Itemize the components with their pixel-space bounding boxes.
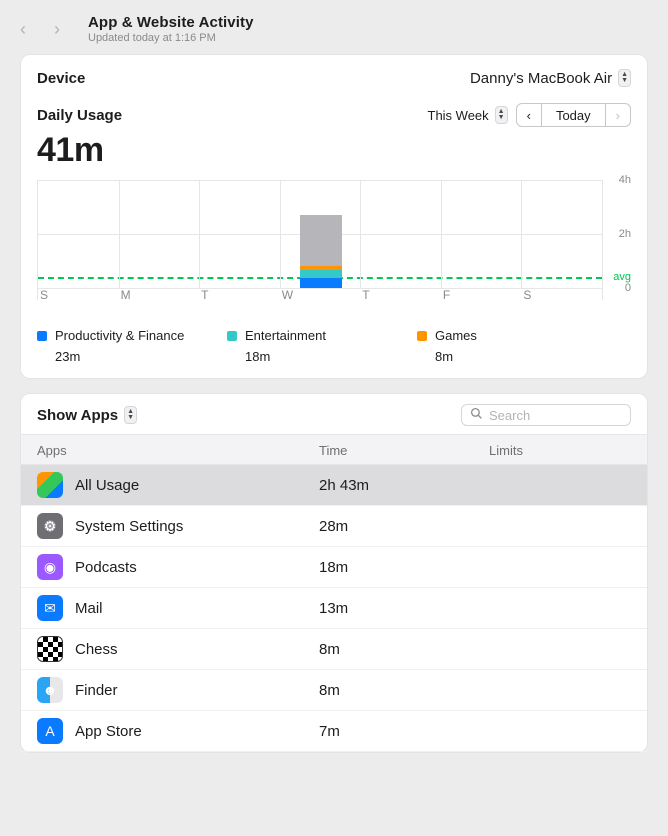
range-select[interactable]: This Week ▲▼ [428, 106, 508, 124]
search-field[interactable] [461, 404, 631, 426]
legend-swatch [227, 331, 237, 341]
chart-plot: SMTWTFS [37, 180, 603, 300]
app-row[interactable]: ✉︎ Mail 13m [21, 588, 647, 629]
period-prev-button[interactable]: ‹ [516, 103, 542, 127]
app-name: Finder [75, 682, 118, 699]
page-title: App & Website Activity [88, 14, 254, 31]
chart-x-label: S [523, 288, 531, 302]
chart-x-label: S [40, 288, 48, 302]
chart-x-label: W [282, 288, 293, 302]
app-name: Podcasts [75, 559, 137, 576]
app-row[interactable]: Chess 8m [21, 629, 647, 670]
search-input[interactable] [489, 408, 622, 423]
legend-item: Games 8m [417, 328, 557, 364]
usage-chart: SMTWTFS 4h2h0avg [37, 180, 631, 300]
legend-label: Productivity & Finance [55, 328, 184, 343]
app-name: App Store [75, 723, 142, 740]
back-button[interactable]: ‹ [20, 20, 26, 38]
app-name: System Settings [75, 518, 183, 535]
range-value: This Week [428, 108, 489, 123]
legend-label: Games [435, 328, 477, 343]
app-row[interactable]: ⚙︎ System Settings 28m [21, 506, 647, 547]
chart-x-label: T [201, 288, 208, 302]
system-settings-icon: ⚙︎ [37, 513, 63, 539]
app-name: All Usage [75, 477, 139, 494]
app-row[interactable]: All Usage 2h 43m [21, 465, 647, 506]
app-name: Mail [75, 600, 103, 617]
legend-value: 23m [37, 349, 227, 364]
chart-y-axis: 4h2h0avg [603, 180, 631, 300]
legend-swatch [37, 331, 47, 341]
legend-value: 18m [227, 349, 417, 364]
titlebar: ‹ › App & Website Activity Updated today… [0, 0, 668, 54]
legend-item: Productivity & Finance 23m [37, 328, 227, 364]
app-time: 2h 43m [319, 477, 489, 494]
device-row: Device Danny's MacBook Air ▲▼ [37, 69, 631, 87]
legend-swatch [417, 331, 427, 341]
app-store-icon: A [37, 718, 63, 744]
column-apps-header[interactable]: Apps [37, 443, 319, 458]
usage-controls: Daily Usage This Week ▲▼ ‹ Today › [37, 103, 631, 127]
apps-table-headers: Apps Time Limits [21, 434, 647, 465]
usage-card: Device Danny's MacBook Air ▲▼ Daily Usag… [20, 54, 648, 379]
legend-item: Entertainment 18m [227, 328, 417, 364]
apps-card-header: Show Apps ▲▼ [21, 404, 647, 434]
finder-icon: ☻ [37, 677, 63, 703]
search-icon [470, 407, 483, 423]
chart-x-label: M [121, 288, 131, 302]
chart-avg-label: avg [613, 271, 631, 283]
podcasts-icon: ◉ [37, 554, 63, 580]
nav-arrows: ‹ › [20, 20, 60, 38]
settings-window: ‹ › App & Website Activity Updated today… [0, 0, 668, 836]
device-select[interactable]: Danny's MacBook Air ▲▼ [470, 69, 631, 87]
daily-usage-label: Daily Usage [37, 107, 122, 124]
period-stepper: ‹ Today › [516, 103, 631, 127]
chart-y-tick: 0 [625, 282, 631, 294]
apps-table-body: All Usage 2h 43m ⚙︎ System Settings 28m ◉ Podc… [21, 465, 647, 752]
page-subtitle: Updated today at 1:16 PM [88, 32, 254, 44]
chart-legend: Productivity & Finance 23m Entertainment 18… [37, 328, 631, 364]
chart-x-label: F [443, 288, 450, 302]
device-value: Danny's MacBook Air [470, 70, 612, 87]
app-row[interactable]: A App Store 7m [21, 711, 647, 752]
updown-icon: ▲▼ [124, 406, 137, 424]
apps-card: Show Apps ▲▼ Apps Time Limits All Usage 2… [20, 393, 648, 753]
app-name: Chess [75, 641, 118, 658]
column-time-header[interactable]: Time [319, 443, 489, 458]
mail-icon: ✉︎ [37, 595, 63, 621]
show-apps-label: Show Apps [37, 407, 118, 424]
app-row[interactable]: ☻ Finder 8m [21, 670, 647, 711]
updown-icon: ▲▼ [495, 106, 508, 124]
chart-bar [300, 215, 342, 288]
app-row[interactable]: ◉ Podcasts 18m [21, 547, 647, 588]
app-time: 28m [319, 518, 489, 535]
period-today-button[interactable]: Today [542, 103, 606, 127]
updown-icon: ▲▼ [618, 69, 631, 87]
legend-label: Entertainment [245, 328, 326, 343]
app-time: 13m [319, 600, 489, 617]
device-label: Device [37, 70, 85, 87]
chart-x-label: T [362, 288, 369, 302]
chart-y-tick: 2h [619, 228, 631, 240]
daily-usage-total: 41m [37, 131, 631, 170]
forward-button[interactable]: › [54, 20, 60, 38]
column-limits-header[interactable]: Limits [489, 443, 631, 458]
period-next-button[interactable]: › [606, 103, 631, 127]
legend-value: 8m [417, 349, 557, 364]
app-time: 18m [319, 559, 489, 576]
show-apps-select[interactable]: Show Apps ▲▼ [37, 406, 137, 424]
app-time: 7m [319, 723, 489, 740]
all-usage-icon [37, 472, 63, 498]
chess-icon [37, 636, 63, 662]
app-time: 8m [319, 682, 489, 699]
title-block: App & Website Activity Updated today at … [88, 14, 254, 44]
content: Device Danny's MacBook Air ▲▼ Daily Usag… [0, 54, 668, 836]
app-time: 8m [319, 641, 489, 658]
chart-y-tick: 4h [619, 174, 631, 186]
